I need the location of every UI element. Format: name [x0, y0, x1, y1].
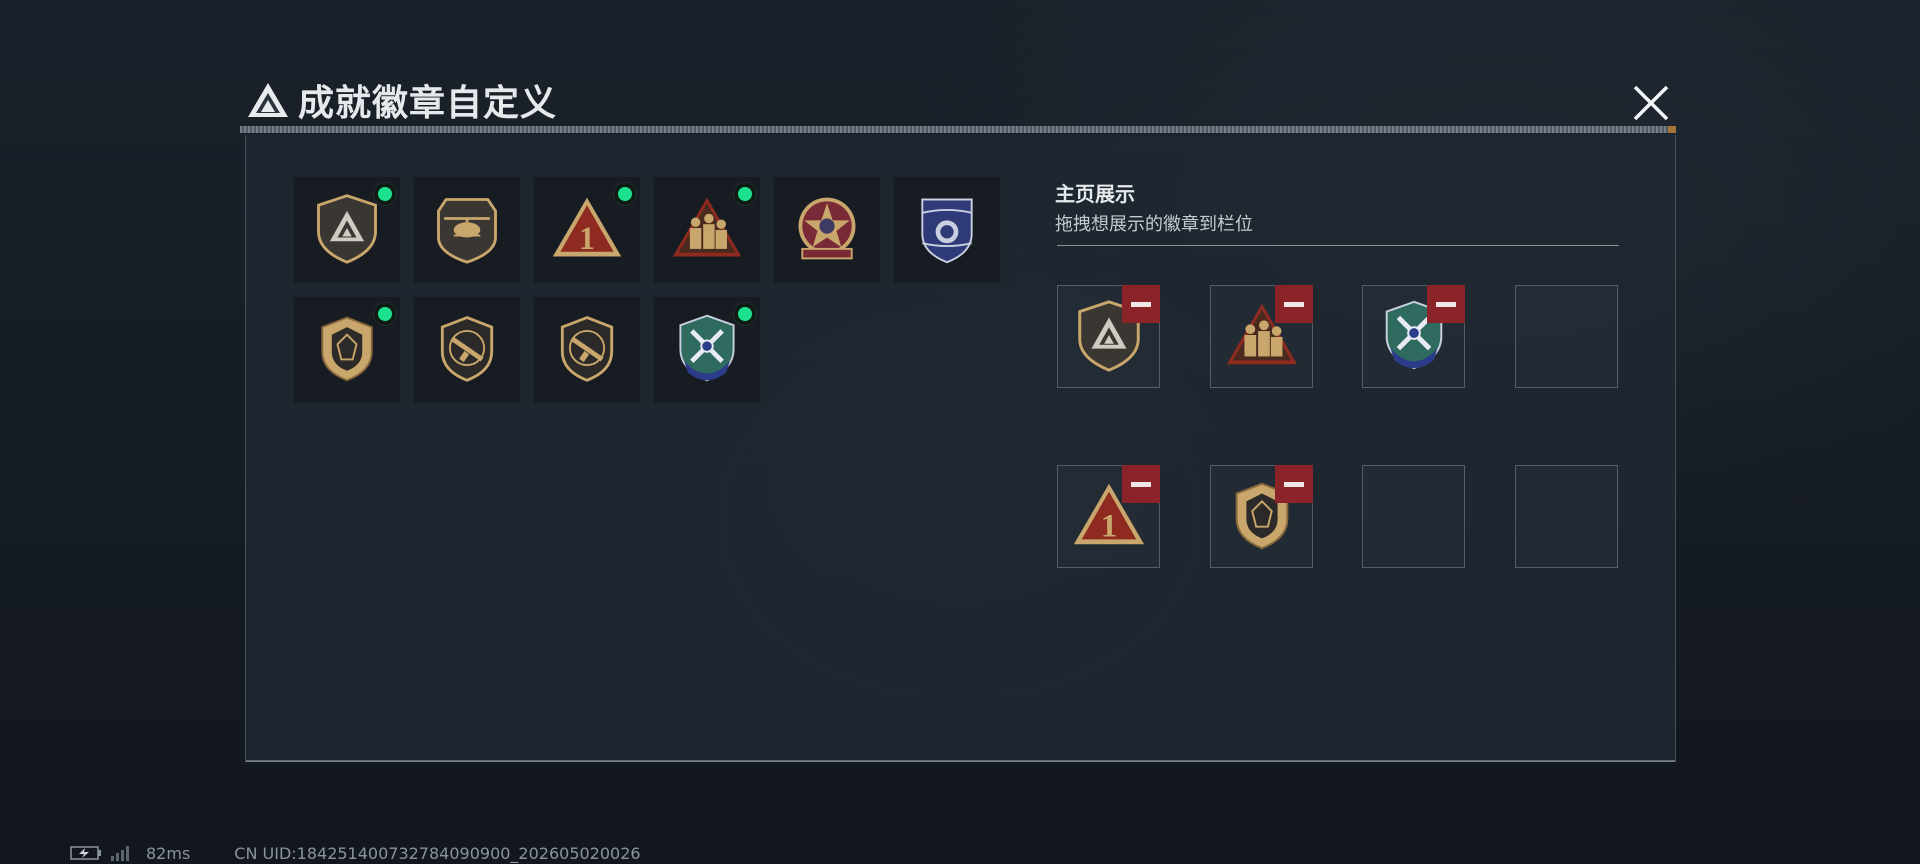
remove-badge-button[interactable]	[1122, 465, 1160, 503]
showcase-slot-empty[interactable]	[1515, 465, 1618, 568]
battery-icon	[70, 846, 101, 860]
minus-icon	[1284, 481, 1304, 487]
remove-badge-button[interactable]	[1275, 285, 1313, 323]
svg-text:1: 1	[1100, 507, 1117, 544]
badge-slot[interactable]	[413, 176, 521, 284]
new-indicator-dot	[734, 183, 756, 205]
svg-text:1: 1	[579, 220, 595, 256]
badge-slot[interactable]	[293, 296, 401, 404]
gem-shield-badge-icon	[309, 310, 385, 390]
header-divider	[240, 126, 1676, 133]
showcase-slot-empty[interactable]	[1515, 285, 1618, 388]
signal-icon	[111, 846, 129, 861]
triangle-shield-badge-icon	[309, 190, 385, 270]
showcase-slot[interactable]: 1	[1057, 465, 1160, 568]
soldiers-triangle-badge-icon	[669, 190, 745, 270]
new-indicator-dot	[374, 183, 396, 205]
page-title: 成就徽章自定义	[298, 83, 558, 124]
showcase-slot[interactable]	[1362, 285, 1465, 388]
showcase-slot[interactable]	[1210, 465, 1313, 568]
badge-slot[interactable]	[893, 176, 1001, 284]
ping-text: 82ms	[146, 843, 191, 863]
close-button[interactable]	[1628, 80, 1674, 126]
helicopter-badge-icon	[429, 190, 505, 270]
badge-slot[interactable]	[413, 296, 521, 404]
badge-slot[interactable]	[653, 296, 761, 404]
number-one-triangle-badge-icon: 1	[549, 190, 625, 270]
showcase-slot[interactable]	[1057, 285, 1160, 388]
window-header: 成就徽章自定义	[246, 76, 557, 124]
blue-crossed-weapons-badge-icon	[669, 310, 745, 390]
badge-slot[interactable]	[773, 176, 881, 284]
new-indicator-dot	[614, 183, 636, 205]
minus-icon	[1284, 301, 1304, 307]
showcase-slot[interactable]	[1210, 285, 1313, 388]
minus-icon	[1436, 301, 1456, 307]
badge-slot[interactable]: 1	[533, 176, 641, 284]
delta-logo-icon	[248, 83, 288, 117]
close-x-icon	[1633, 85, 1669, 121]
badge-slot[interactable]	[533, 296, 641, 404]
status-bar: 82ms CN UID:184251400732784090900_202605…	[70, 843, 641, 863]
new-indicator-dot	[734, 303, 756, 325]
showcase-divider	[1057, 245, 1619, 246]
smg-shield-badge-icon	[549, 310, 625, 390]
minus-icon	[1131, 301, 1151, 307]
remove-badge-button[interactable]	[1427, 285, 1465, 323]
badge-slot[interactable]	[293, 176, 401, 284]
showcase-slot-empty[interactable]	[1362, 465, 1465, 568]
remove-badge-button[interactable]	[1122, 285, 1160, 323]
uid-text: CN UID:184251400732784090900_20260502002…	[234, 843, 641, 863]
blue-winged-shield-badge-icon	[909, 190, 985, 270]
star-medal-badge-icon	[789, 190, 865, 270]
minus-icon	[1131, 481, 1151, 487]
remove-badge-button[interactable]	[1275, 465, 1313, 503]
showcase-title: 主页展示	[1055, 182, 1135, 206]
badge-slot[interactable]	[653, 176, 761, 284]
new-indicator-dot	[374, 303, 396, 325]
rifle-shield-badge-icon	[429, 310, 505, 390]
showcase-subtitle: 拖拽想展示的徽章到栏位	[1055, 214, 1253, 235]
